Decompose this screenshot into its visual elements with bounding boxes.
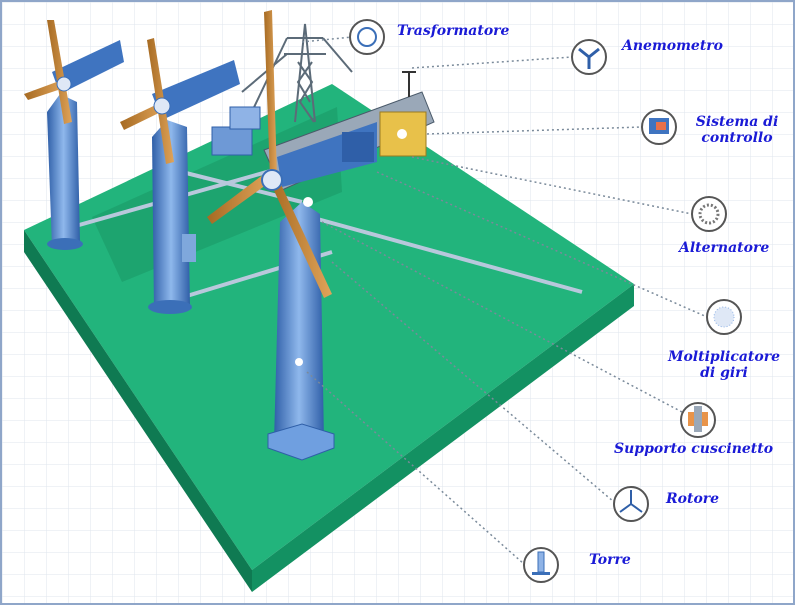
label-tower: Torre bbox=[589, 552, 631, 568]
label-anemometer: Anemometro bbox=[622, 38, 724, 54]
label-control-system: Sistema di controllo bbox=[692, 114, 782, 146]
label-alternator: Alternatore bbox=[679, 240, 770, 256]
label-control-system-line1: Sistema di bbox=[695, 114, 779, 130]
rotor-icon bbox=[613, 486, 649, 522]
alternator-icon bbox=[691, 196, 727, 232]
label-gearbox-line2: di giri bbox=[700, 365, 748, 381]
label-control-system-line2: controllo bbox=[701, 130, 773, 146]
control-system-icon bbox=[641, 109, 677, 145]
gearbox-icon bbox=[706, 299, 742, 335]
label-gearbox: Moltiplicatore di giri bbox=[664, 349, 784, 381]
bearing-icon bbox=[680, 402, 716, 438]
wind-farm-illustration bbox=[2, 2, 793, 603]
transformer-icon bbox=[349, 19, 385, 55]
label-rotor: Rotore bbox=[666, 491, 720, 507]
tower-icon bbox=[523, 547, 559, 583]
anemometer-icon bbox=[571, 39, 607, 75]
diagram-canvas: Trasformatore Anemometro Sistema di cont… bbox=[0, 0, 795, 605]
label-transformer: Trasformatore bbox=[397, 23, 510, 39]
label-gearbox-line1: Moltiplicatore bbox=[667, 349, 781, 365]
label-bearing: Supporto cuscinetto bbox=[614, 441, 774, 457]
